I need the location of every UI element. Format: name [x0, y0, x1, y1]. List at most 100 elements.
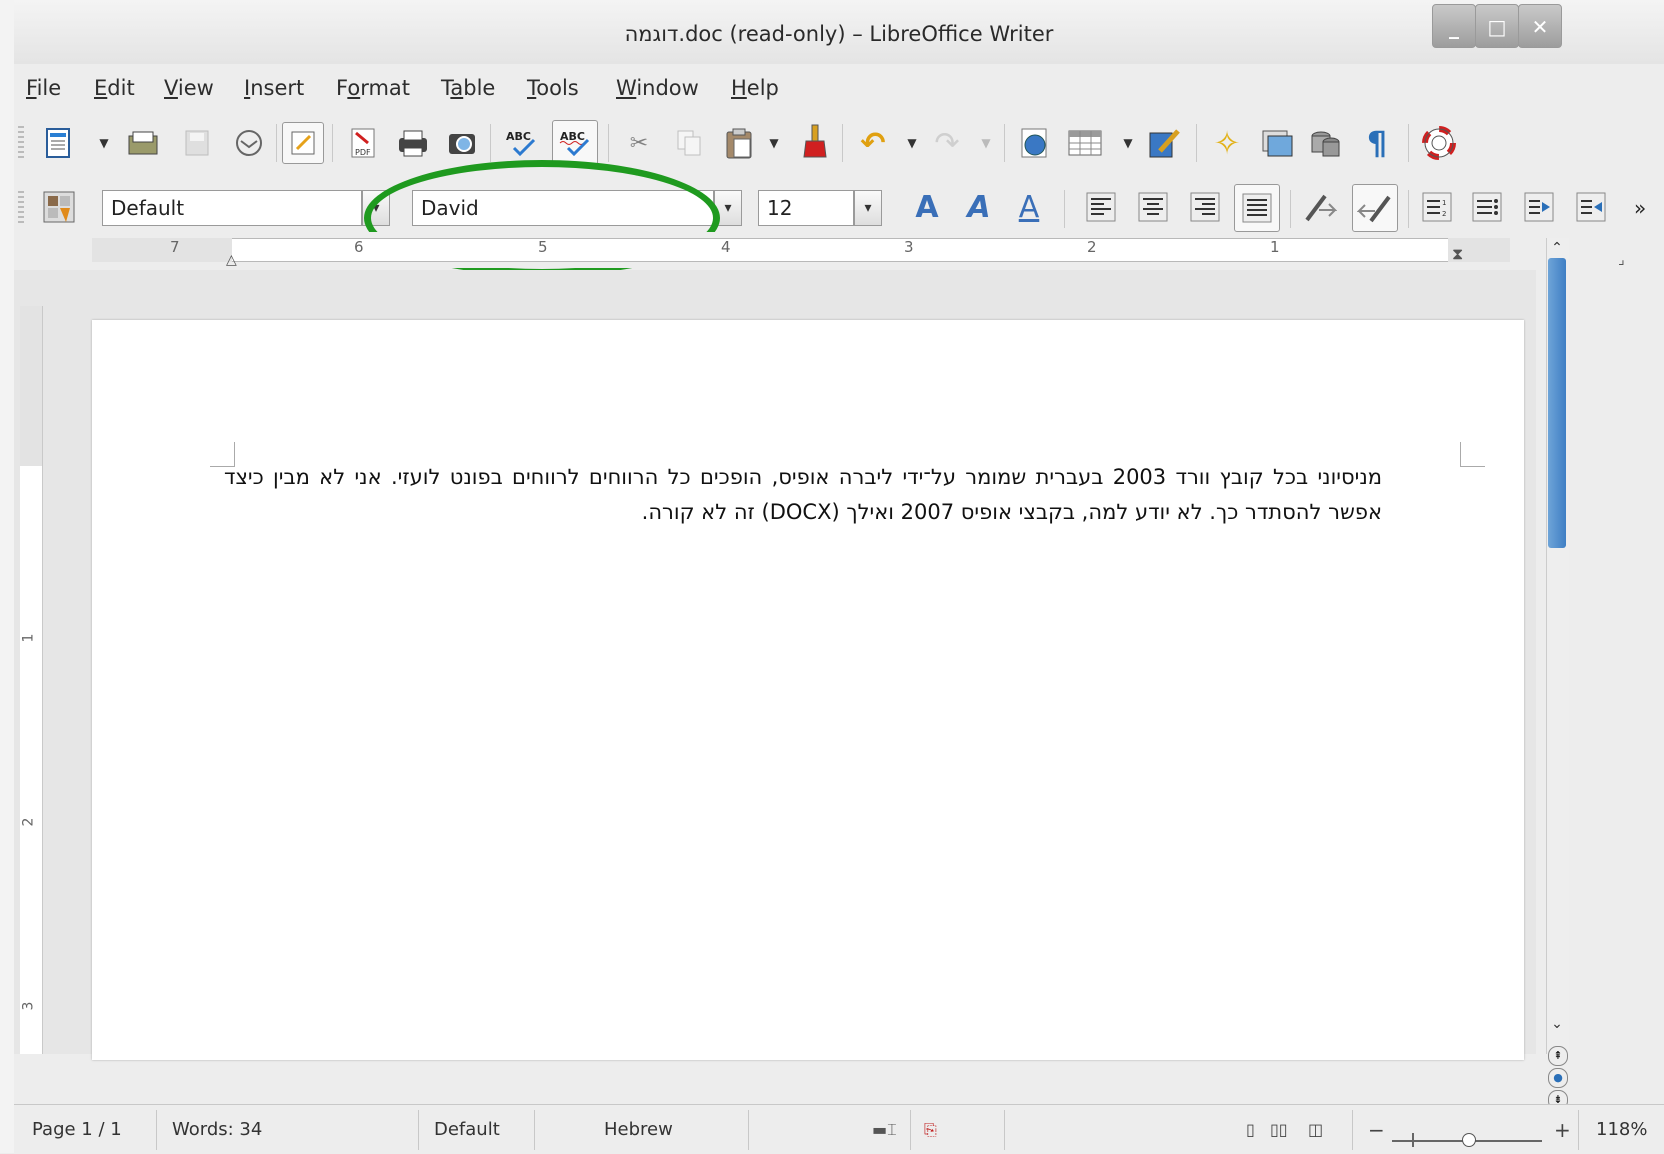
bold-icon[interactable]: A	[908, 188, 946, 226]
print-preview-icon[interactable]	[444, 124, 482, 162]
menu-edit[interactable]: Edit	[94, 68, 135, 108]
status-page[interactable]: Page 1 / 1	[32, 1112, 122, 1148]
hyperlink-icon[interactable]	[1016, 124, 1054, 162]
left-indent-marker-icon[interactable]: △	[226, 252, 237, 268]
single-page-view-icon[interactable]: ▯	[1246, 1112, 1255, 1148]
tab-type-icon[interactable]: ⌟	[1618, 252, 1625, 268]
formatting-marks-icon[interactable]: ¶	[1358, 124, 1396, 162]
spellcheck-icon[interactable]: ABC	[502, 124, 540, 162]
status-language[interactable]: Hebrew	[604, 1112, 673, 1148]
ruler-number: 3	[904, 238, 914, 256]
edit-mode-icon[interactable]	[282, 122, 324, 164]
export-pdf-icon[interactable]: PDF	[344, 124, 382, 162]
paragraph-style-combo[interactable]: Default	[102, 190, 362, 226]
gallery-icon[interactable]	[1258, 124, 1296, 162]
ruler-number: 1	[1270, 238, 1280, 256]
justify-icon[interactable]	[1234, 184, 1280, 232]
navigation-icon[interactable]: ●	[1548, 1068, 1568, 1088]
toolbar-grip[interactable]	[18, 126, 24, 160]
toolbar-overflow-button[interactable]: »	[1634, 196, 1646, 220]
clone-formatting-icon[interactable]	[796, 122, 834, 160]
navigator-icon[interactable]: ✧	[1208, 124, 1246, 162]
toolbar-separator	[1004, 124, 1005, 162]
status-words[interactable]: Words: 34	[172, 1112, 262, 1148]
auto-spellcheck-icon[interactable]: ABC	[552, 120, 598, 166]
status-separator	[418, 1110, 419, 1150]
align-left-icon[interactable]	[1082, 188, 1120, 226]
open-folder-icon[interactable]	[124, 124, 162, 162]
toolbar-separator	[332, 124, 333, 162]
multi-page-view-icon[interactable]: ▯▯	[1270, 1112, 1288, 1148]
insert-mode-icon[interactable]: ▬⌶	[872, 1112, 897, 1148]
italic-icon[interactable]: A	[960, 188, 998, 226]
horizontal-ruler[interactable]	[92, 238, 1510, 262]
document-text[interactable]: מניסיוני בכל קובץ וורד 2003 בעברית שמומר…	[224, 460, 1382, 530]
right-to-left-icon[interactable]	[1352, 184, 1398, 232]
menu-help[interactable]: Help	[731, 68, 779, 108]
paste-icon[interactable]	[720, 124, 758, 162]
redo-icon[interactable]: ↷	[928, 124, 966, 162]
zoom-out-icon[interactable]: −	[1368, 1112, 1385, 1148]
help-lifebuoy-icon[interactable]	[1420, 124, 1458, 162]
vruler-margin	[20, 306, 42, 466]
menu-file[interactable]: File	[26, 68, 61, 108]
left-to-right-icon[interactable]	[1300, 188, 1338, 226]
zoom-percentage[interactable]: 118%	[1596, 1112, 1647, 1148]
zoom-in-icon[interactable]: +	[1554, 1112, 1571, 1148]
toolbar-separator	[276, 124, 277, 162]
increase-indent-icon[interactable]	[1520, 188, 1558, 226]
underline-icon[interactable]: A	[1010, 188, 1048, 226]
align-right-icon[interactable]	[1186, 188, 1224, 226]
paste-dropdown-icon[interactable]: ▼	[768, 124, 780, 162]
toolbar-separator	[608, 124, 609, 162]
align-center-icon[interactable]	[1134, 188, 1172, 226]
maximize-button[interactable]: □	[1475, 4, 1519, 48]
document-modified-icon[interactable]: ⎘	[924, 1112, 937, 1148]
book-view-icon[interactable]: ◫	[1308, 1112, 1323, 1148]
numbering-icon[interactable]: 12	[1418, 188, 1456, 226]
draw-functions-icon[interactable]	[1146, 124, 1184, 162]
document-page[interactable]	[92, 320, 1524, 1060]
menu-tools[interactable]: Tools	[527, 68, 579, 108]
right-indent-marker-icon[interactable]: ⧗	[1452, 244, 1463, 264]
new-document-icon[interactable]	[40, 124, 78, 162]
copy-icon[interactable]	[670, 124, 708, 162]
toolbar-grip[interactable]	[18, 191, 24, 225]
close-button[interactable]: ✕	[1518, 4, 1562, 48]
toolbar-separator	[842, 124, 843, 162]
scroll-up-icon[interactable]: ⌃	[1546, 240, 1568, 260]
styles-formatting-icon[interactable]	[40, 188, 78, 226]
save-icon[interactable]	[178, 124, 216, 162]
font-size-combo[interactable]: 12	[758, 190, 854, 226]
scrollbar-thumb[interactable]	[1548, 258, 1566, 548]
font-size-dropdown[interactable]: ▾	[854, 190, 882, 226]
status-separator	[748, 1110, 749, 1150]
minimize-button[interactable]: _	[1432, 4, 1476, 48]
undo-icon[interactable]: ↶	[854, 124, 892, 162]
print-icon[interactable]	[394, 124, 432, 162]
decrease-indent-icon[interactable]	[1572, 188, 1610, 226]
zoom-slider-tick	[1412, 1133, 1414, 1147]
zoom-slider-handle[interactable]	[1462, 1133, 1476, 1147]
ruler-number: 4	[721, 238, 731, 256]
ruler-number: 2	[1087, 238, 1097, 256]
scroll-down-icon[interactable]: ⌄	[1546, 1016, 1568, 1036]
menu-insert[interactable]: Insert	[244, 68, 304, 108]
bullets-icon[interactable]	[1468, 188, 1506, 226]
undo-dropdown-icon[interactable]: ▼	[906, 124, 918, 162]
cut-icon[interactable]: ✂	[620, 124, 658, 162]
menu-format[interactable]: Format	[336, 68, 410, 108]
ruler-number: 5	[538, 238, 548, 256]
previous-page-icon[interactable]: ⇞	[1548, 1046, 1568, 1066]
table-dropdown-icon[interactable]: ▼	[1122, 124, 1134, 162]
menu-table[interactable]: Table	[441, 68, 495, 108]
redo-dropdown-icon[interactable]: ▼	[980, 124, 992, 162]
table-icon[interactable]	[1066, 124, 1104, 162]
menu-window[interactable]: Window	[616, 68, 699, 108]
status-page-style[interactable]: Default	[434, 1112, 500, 1148]
menu-view[interactable]: View	[164, 68, 214, 108]
new-dropdown-icon[interactable]: ▼	[98, 124, 110, 162]
email-icon[interactable]	[230, 124, 268, 162]
menu-bar: File Edit View Insert Format Table Tools…	[14, 68, 1664, 108]
data-sources-icon[interactable]	[1306, 124, 1344, 162]
